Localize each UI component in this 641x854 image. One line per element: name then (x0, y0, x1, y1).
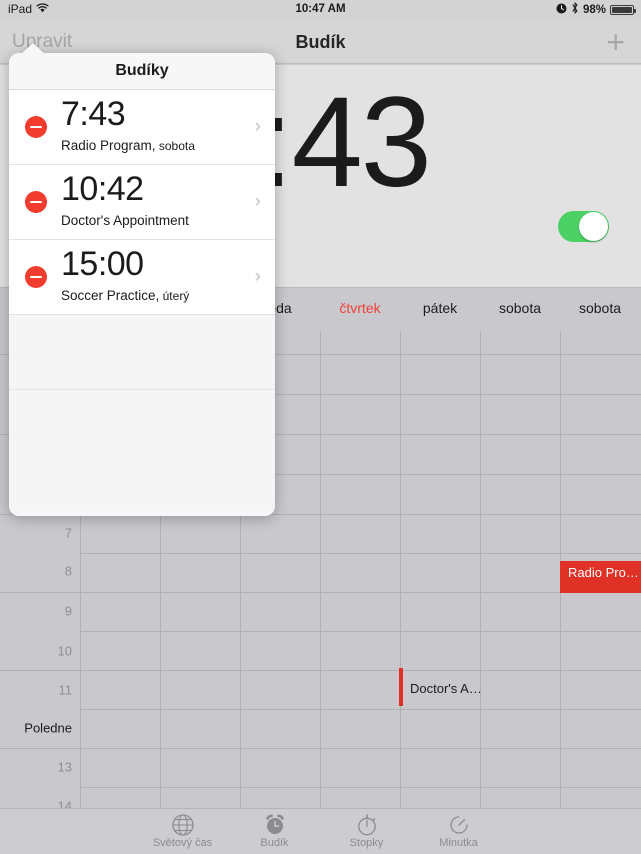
page-title: Budík (295, 32, 346, 52)
time-axis-label: 10 (57, 643, 72, 659)
tab-label: Světový čas (152, 837, 213, 849)
alarms-popover: Budíky 7:43 Radio Program, sobota › 10:42 Do… (9, 53, 275, 516)
status-bar: iPad 10:47 AM 98% (0, 0, 641, 20)
alarm-list: 7:43 Radio Program, sobota › 10:42 Doctor's … (9, 90, 275, 315)
time-axis-label: 7 (64, 525, 72, 541)
grid-row-line (80, 553, 641, 554)
time-axis-label: 9 (64, 603, 72, 619)
tab-label: Stopky (349, 837, 384, 849)
alarm-repeat-day: sobota (155, 139, 195, 153)
grid-column-line (480, 331, 481, 808)
stopwatch-icon (321, 814, 413, 836)
day-header-3[interactable]: sobota (480, 300, 560, 316)
alarm-list-filler (9, 465, 275, 505)
grid-row-line (0, 670, 641, 671)
grid-row-line (0, 592, 641, 593)
grid-row-line (80, 787, 641, 788)
alarm-label-text: Soccer Practice, (61, 288, 160, 303)
alarm-big-time: :43 (258, 71, 432, 214)
add-alarm-button[interactable]: + (606, 26, 625, 58)
alarm-time: 15:00 (61, 245, 144, 283)
tab-světový-čas[interactable]: Světový čas (137, 814, 229, 849)
day-header-1[interactable]: čtvrtek (320, 300, 400, 316)
battery-percent: 98% (582, 3, 606, 16)
alarm-list-item[interactable]: 15:00 Soccer Practice, úterý › (9, 240, 275, 315)
calendar-event[interactable]: Doctor's A… (399, 668, 482, 706)
alarm-list-item[interactable]: 7:43 Radio Program, sobota › (9, 90, 275, 165)
globe-icon (137, 814, 229, 836)
grid-row-line (0, 748, 641, 749)
alarm-list-empty-row (9, 390, 275, 465)
chevron-right-icon[interactable]: › (255, 116, 261, 138)
status-bar-clock: 10:47 AM (295, 3, 346, 15)
grid-row-line (80, 631, 641, 632)
alarm-label-text: Radio Program, (61, 138, 156, 153)
day-header-2[interactable]: pátek (400, 300, 480, 316)
alarm-enable-toggle[interactable] (558, 211, 609, 242)
grid-row-line (80, 709, 641, 710)
minus-circle-icon[interactable] (25, 191, 47, 213)
alarm-icon (556, 3, 567, 17)
alarm-time: 7:43 (61, 95, 126, 133)
tab-label: Budík (260, 837, 289, 849)
time-axis-label: 8 (64, 563, 72, 579)
timer-icon (413, 814, 505, 836)
minus-circle-icon[interactable] (25, 116, 47, 138)
popover-title: Budíky (9, 53, 275, 90)
time-axis-label: 13 (57, 759, 72, 775)
battery-icon (610, 4, 636, 15)
tab-label: Minutka (439, 837, 478, 849)
time-axis-label: 11 (58, 682, 73, 698)
alarm-label: Radio Program, sobota (61, 138, 195, 153)
popover-arrow (21, 43, 45, 54)
event-title: Doctor's A… (410, 681, 482, 696)
tab-stopky[interactable]: Stopky (321, 814, 413, 849)
grid-column-line (320, 331, 321, 808)
chevron-right-icon[interactable]: › (255, 266, 261, 288)
calendar-event[interactable]: Radio Pro… (560, 561, 641, 593)
time-axis-label: 14 (57, 798, 72, 809)
tab-budík[interactable]: Budík (229, 814, 321, 849)
grid-column-line (400, 331, 401, 808)
tab-bar: Světový čas Budík Stopky Minutka (0, 808, 641, 854)
alarm-label: Soccer Practice, úterý (61, 288, 189, 303)
minus-circle-icon[interactable] (25, 266, 47, 288)
alarm-list-empty-row (9, 315, 275, 390)
alarm-label: Doctor's Appointment (61, 213, 189, 228)
day-header-4[interactable]: sobota (560, 300, 640, 316)
toggle-knob (579, 212, 608, 241)
chevron-right-icon[interactable]: › (255, 191, 261, 213)
alarm-repeat-day: úterý (159, 289, 190, 303)
time-axis-label: Poledne (24, 720, 72, 736)
status-bar-right: 98% (556, 2, 636, 17)
tab-minutka[interactable]: Minutka (413, 814, 505, 849)
alarm-time: 10:42 (61, 170, 144, 208)
bluetooth-icon (571, 2, 579, 17)
alarm-label-text: Doctor's Appointment (61, 213, 189, 228)
alarm-list-item[interactable]: 10:42 Doctor's Appointment › (9, 165, 275, 240)
alarm-icon (229, 814, 321, 836)
ipad-clock-app-screen: iPad 10:47 AM 98% Upravit Budík +:43 ed… (0, 0, 641, 854)
